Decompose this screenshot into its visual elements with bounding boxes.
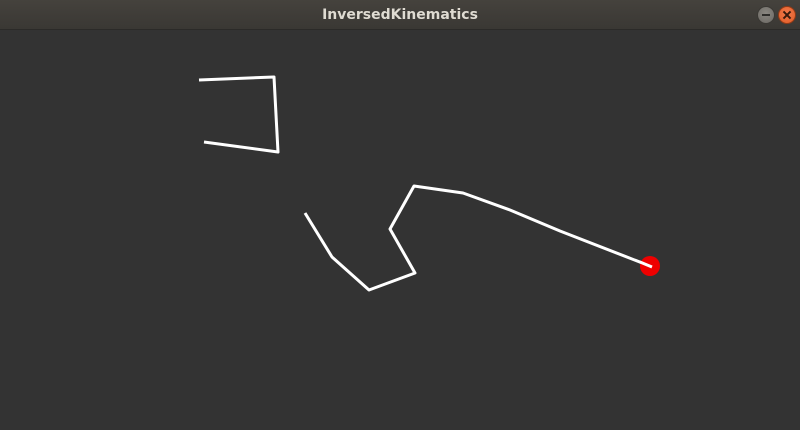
- title-bar[interactable]: InversedKinematics: [0, 0, 800, 30]
- minimize-icon[interactable]: [757, 6, 775, 24]
- close-icon[interactable]: [778, 6, 796, 24]
- window-title: InversedKinematics: [322, 7, 478, 23]
- bracket-shape: [198, 75, 280, 154]
- ik-chain: [303, 184, 651, 292]
- app-window: InversedKinematics: [0, 0, 800, 430]
- drawing-canvas[interactable]: [0, 30, 800, 430]
